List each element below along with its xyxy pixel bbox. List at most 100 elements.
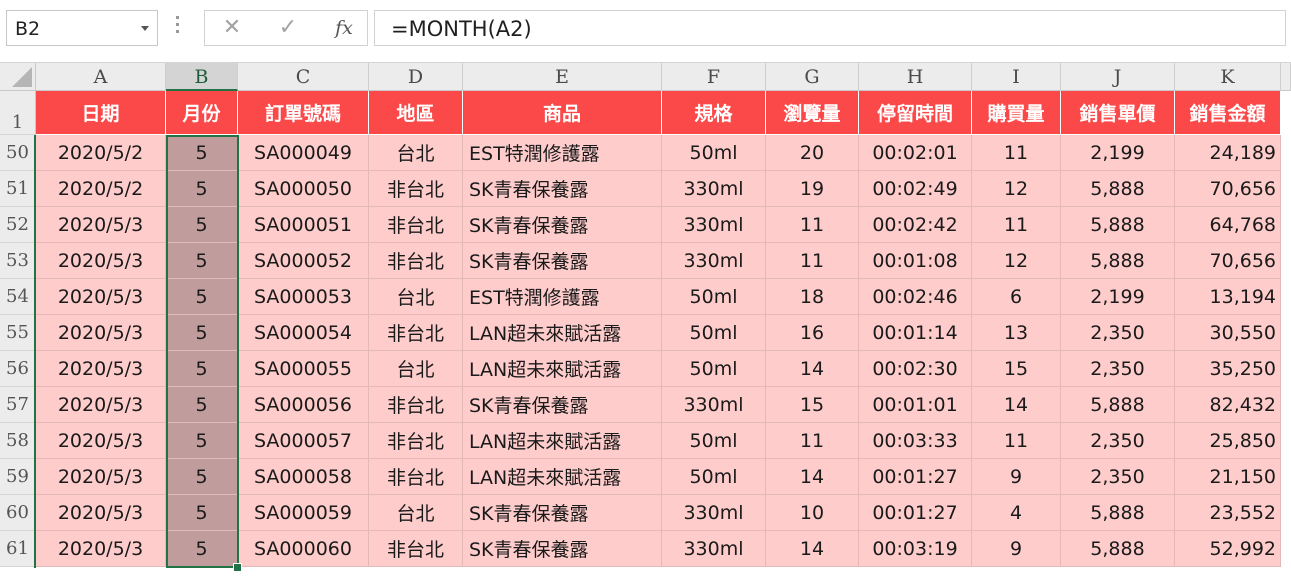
cell-c[interactable]: SA000056 — [238, 387, 369, 423]
column-header-d[interactable]: D — [369, 63, 463, 91]
cell-k[interactable]: 82,432 — [1175, 387, 1281, 423]
cell-j[interactable]: 2,350 — [1061, 315, 1175, 351]
cell-k[interactable]: 70,656 — [1175, 243, 1281, 279]
cell-k[interactable]: 35,250 — [1175, 351, 1281, 387]
cell-g[interactable]: 14 — [766, 531, 859, 567]
cell-i[interactable]: 12 — [972, 243, 1061, 279]
cell-a[interactable]: 2020/5/3 — [36, 423, 166, 459]
cell-g[interactable]: 11 — [766, 423, 859, 459]
cell-h[interactable]: 00:02:01 — [859, 135, 972, 171]
column-header-i[interactable]: I — [972, 63, 1061, 91]
cell-d[interactable]: 非台北 — [369, 243, 463, 279]
cell-d[interactable]: 台北 — [369, 279, 463, 315]
cell-j[interactable]: 5,888 — [1061, 243, 1175, 279]
cell-k[interactable]: 13,194 — [1175, 279, 1281, 315]
cell-k[interactable]: 70,656 — [1175, 171, 1281, 207]
cell-j[interactable]: 5,888 — [1061, 207, 1175, 243]
column-header-c[interactable]: C — [238, 63, 369, 91]
row-header[interactable]: 61 — [0, 531, 36, 567]
column-header-b[interactable]: B — [166, 63, 238, 91]
row-header[interactable]: 50 — [0, 135, 36, 171]
cell-j[interactable]: 2,350 — [1061, 423, 1175, 459]
cell-e[interactable]: SK青春保養露 — [463, 387, 662, 423]
row-header-1[interactable]: 1 — [0, 91, 36, 135]
cell-f[interactable]: 50ml — [662, 459, 766, 495]
column-header-f[interactable]: F — [662, 63, 766, 91]
cell-b[interactable]: 5 — [166, 459, 238, 495]
cell-e[interactable]: SK青春保養露 — [463, 243, 662, 279]
fill-handle[interactable] — [233, 563, 242, 572]
cell-g[interactable]: 16 — [766, 315, 859, 351]
cell-b[interactable]: 5 — [166, 531, 238, 567]
cell-i[interactable]: 9 — [972, 531, 1061, 567]
cell-k[interactable]: 64,768 — [1175, 207, 1281, 243]
cell-d[interactable]: 非台北 — [369, 207, 463, 243]
cell-f[interactable]: 330ml — [662, 495, 766, 531]
cell-a[interactable]: 2020/5/2 — [36, 171, 166, 207]
row-header[interactable]: 58 — [0, 423, 36, 459]
column-header-g[interactable]: G — [766, 63, 859, 91]
cell-c[interactable]: SA000049 — [238, 135, 369, 171]
cell-f[interactable]: 330ml — [662, 387, 766, 423]
cell-b[interactable]: 5 — [166, 135, 238, 171]
cell-g[interactable]: 10 — [766, 495, 859, 531]
cell-g[interactable]: 18 — [766, 279, 859, 315]
cell-d[interactable]: 非台北 — [369, 531, 463, 567]
cell-f[interactable]: 330ml — [662, 171, 766, 207]
cell-f[interactable]: 330ml — [662, 207, 766, 243]
chevron-down-icon[interactable] — [141, 26, 149, 31]
cell-a[interactable]: 2020/5/3 — [36, 459, 166, 495]
cell-k[interactable]: 25,850 — [1175, 423, 1281, 459]
cell-i[interactable]: 6 — [972, 279, 1061, 315]
header-cell-j[interactable]: 銷售單價 — [1061, 91, 1175, 135]
row-header[interactable]: 51 — [0, 171, 36, 207]
column-header-e[interactable]: E — [463, 63, 662, 91]
cell-f[interactable]: 50ml — [662, 135, 766, 171]
cell-d[interactable]: 非台北 — [369, 459, 463, 495]
formula-input[interactable]: =MONTH(A2) — [374, 10, 1286, 46]
cell-i[interactable]: 11 — [972, 135, 1061, 171]
row-header[interactable]: 52 — [0, 207, 36, 243]
header-cell-i[interactable]: 購買量 — [972, 91, 1061, 135]
cell-g[interactable]: 20 — [766, 135, 859, 171]
column-header-j[interactable]: J — [1061, 63, 1175, 91]
header-cell-d[interactable]: 地區 — [369, 91, 463, 135]
cell-k[interactable]: 24,189 — [1175, 135, 1281, 171]
column-header-k[interactable]: K — [1175, 63, 1281, 91]
cell-e[interactable]: EST特潤修護露 — [463, 135, 662, 171]
cell-i[interactable]: 4 — [972, 495, 1061, 531]
cell-a[interactable]: 2020/5/3 — [36, 387, 166, 423]
cell-a[interactable]: 2020/5/3 — [36, 243, 166, 279]
cell-f[interactable]: 50ml — [662, 351, 766, 387]
name-box[interactable]: B2 — [6, 10, 158, 46]
cell-c[interactable]: SA000058 — [238, 459, 369, 495]
cell-c[interactable]: SA000050 — [238, 171, 369, 207]
cell-c[interactable]: SA000051 — [238, 207, 369, 243]
header-cell-f[interactable]: 規格 — [662, 91, 766, 135]
cell-h[interactable]: 00:03:33 — [859, 423, 972, 459]
enter-icon[interactable]: ✓ — [265, 11, 311, 47]
cell-i[interactable]: 9 — [972, 459, 1061, 495]
cell-j[interactable]: 5,888 — [1061, 387, 1175, 423]
cell-g[interactable]: 14 — [766, 351, 859, 387]
cell-f[interactable]: 50ml — [662, 315, 766, 351]
cell-h[interactable]: 00:01:08 — [859, 243, 972, 279]
drag-handle-icon[interactable] — [176, 16, 180, 38]
cell-c[interactable]: SA000052 — [238, 243, 369, 279]
cell-j[interactable]: 5,888 — [1061, 171, 1175, 207]
header-cell-h[interactable]: 停留時間 — [859, 91, 972, 135]
header-cell-g[interactable]: 瀏覽量 — [766, 91, 859, 135]
cell-d[interactable]: 非台北 — [369, 171, 463, 207]
cell-c[interactable]: SA000055 — [238, 351, 369, 387]
cell-f[interactable]: 50ml — [662, 423, 766, 459]
cell-g[interactable]: 14 — [766, 459, 859, 495]
cell-j[interactable]: 2,350 — [1061, 351, 1175, 387]
header-cell-c[interactable]: 訂單號碼 — [238, 91, 369, 135]
cell-h[interactable]: 00:02:42 — [859, 207, 972, 243]
cell-h[interactable]: 00:02:49 — [859, 171, 972, 207]
cell-b[interactable]: 5 — [166, 423, 238, 459]
column-header-h[interactable]: H — [859, 63, 972, 91]
cell-h[interactable]: 00:02:30 — [859, 351, 972, 387]
cell-a[interactable]: 2020/5/3 — [36, 351, 166, 387]
cell-g[interactable]: 19 — [766, 171, 859, 207]
